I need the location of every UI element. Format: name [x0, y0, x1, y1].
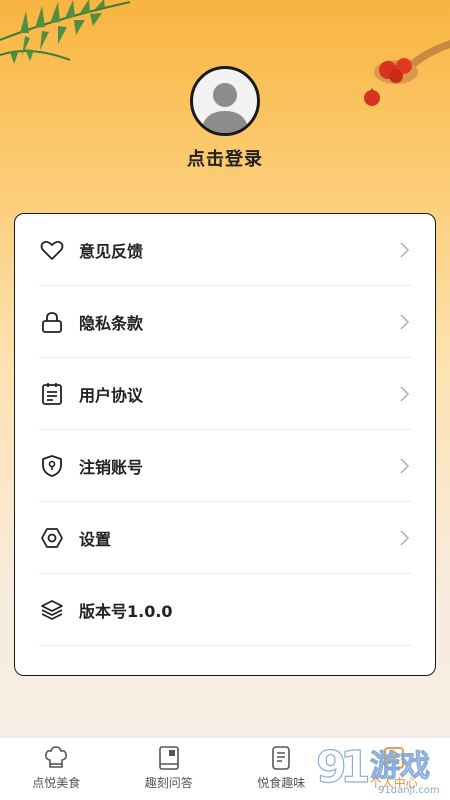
tab-food[interactable]: 点悦美食 — [0, 738, 113, 800]
menu-item-settings[interactable]: 设置 — [39, 502, 411, 574]
lock-icon — [39, 309, 65, 335]
tab-profile[interactable]: 个人中心 — [338, 738, 450, 800]
notes-icon — [272, 746, 291, 770]
layers-icon — [39, 597, 65, 623]
chevron-right-icon — [400, 529, 410, 546]
menu-item-label: 注销账号 — [79, 457, 144, 477]
chef-hat-icon — [45, 746, 68, 768]
tab-label: 个人中心 — [369, 776, 418, 790]
chevron-right-icon — [400, 457, 410, 474]
menu-item-label: 设置 — [79, 529, 112, 549]
chevron-right-icon — [400, 241, 410, 258]
menu-item-feedback[interactable]: 意见反馈 — [39, 214, 411, 286]
book-icon — [158, 746, 179, 770]
menu-item-privacy[interactable]: 隐私条款 — [39, 286, 411, 358]
chevron-right-icon — [400, 385, 410, 402]
profile-icon — [383, 747, 404, 769]
shield-icon — [39, 453, 65, 479]
tab-label: 悦食趣味 — [257, 776, 306, 790]
menu-item-delete-account[interactable]: 注销账号 — [39, 430, 411, 502]
tab-label: 趣刻问答 — [144, 776, 193, 790]
menu-item-label: 意见反馈 — [79, 241, 144, 261]
heart-icon — [39, 237, 65, 263]
hexagon-settings-icon — [39, 525, 65, 551]
menu-item-user-agreement[interactable]: 用户协议 — [39, 358, 411, 430]
login-button[interactable]: 点击登录 — [0, 145, 450, 171]
tab-label: 点悦美食 — [32, 776, 81, 790]
bottom-tab-bar: 点悦美食 趣刻问答 悦食趣味 个人中心 — [0, 737, 450, 800]
menu-item-version: 版本号1.0.0 — [39, 574, 411, 646]
user-placeholder-icon — [201, 83, 249, 133]
avatar[interactable] — [190, 66, 260, 136]
version-label: 版本号1.0.0 — [79, 601, 173, 621]
tab-qa[interactable]: 趣刻问答 — [113, 738, 226, 800]
menu-item-label: 隐私条款 — [79, 313, 144, 333]
document-icon — [39, 381, 65, 407]
chevron-right-icon — [400, 313, 410, 330]
profile-header: 点击登录 — [0, 66, 450, 171]
tab-fun[interactable]: 悦食趣味 — [225, 738, 338, 800]
menu-item-label: 用户协议 — [79, 385, 144, 405]
menu-card: 意见反馈 隐私条款 用户协议 注销账号 设置 版本号1.0.0 — [14, 213, 436, 676]
